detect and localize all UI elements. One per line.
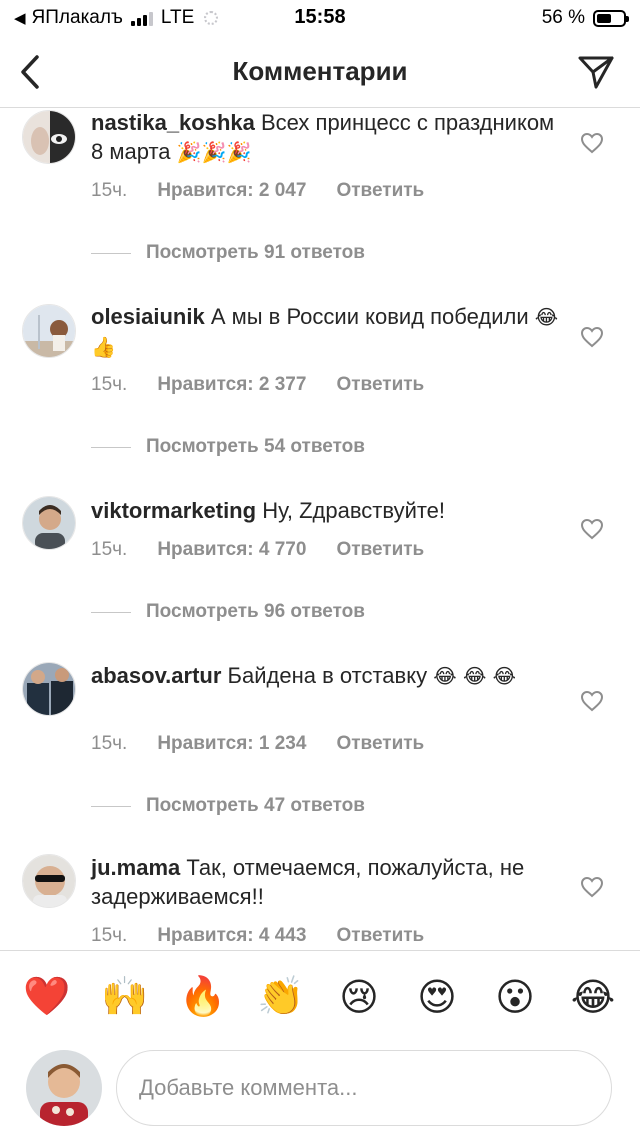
heart-icon[interactable] [580,517,604,541]
comment-emojis: 🎉🎉🎉 [176,140,252,164]
avatar[interactable] [22,662,76,716]
view-replies-label: Посмотреть 96 ответов [146,601,365,622]
view-replies-button[interactable]: Посмотреть 91 ответов [91,242,365,264]
status-right: 56 % [541,7,629,29]
comment-username[interactable]: viktormarketing [91,498,256,523]
view-replies-label: Посмотреть 54 ответов [146,436,365,457]
heart-icon[interactable] [580,689,604,713]
comment-text: abasov.artur Байдена в отставку 😂 😂 😂 [91,661,561,691]
view-replies-label: Посмотреть 47 ответов [146,795,365,816]
view-replies-button[interactable]: Посмотреть 54 ответов [91,436,365,458]
nav-bar: Комментарии [0,36,640,108]
comment-text: ju.mama Так, отмечаемся, пожалуйста, не … [91,853,561,911]
heart-icon[interactable] [580,875,604,899]
comment-likes[interactable]: Нравится: 4 443 [157,925,306,947]
battery-icon [593,9,629,27]
battery-fill [597,13,611,23]
view-replies-button[interactable]: Посмотреть 47 ответов [91,795,365,817]
emoji-heart-button[interactable]: ❤️ [19,969,75,1025]
comment-meta: 15ч. Нравится: 4 443 Ответить [91,925,424,947]
comment-text: olesiaiunik А мы в России ковид победили… [91,302,561,362]
comment-likes[interactable]: Нравится: 2 377 [157,374,306,396]
emoji-surprised-button[interactable]: 😮 [487,969,543,1025]
comment-time: 15ч. [91,180,128,201]
reply-button[interactable]: Ответить [336,925,424,947]
divider-line [91,252,131,254]
comment-time: 15ч. [91,539,128,560]
reply-button[interactable]: Ответить [336,733,424,755]
status-bar: ◀ ЯПлакалъ LTE 15:58 56 % [0,0,640,36]
avatar[interactable] [22,854,76,908]
heart-icon[interactable] [580,325,604,349]
comment-body: Байдена в отставку [227,663,428,688]
battery-percent: 56 % [541,7,585,28]
share-button[interactable] [574,50,618,94]
comment-meta: 15ч. Нравится: 2 377 Ответить [91,374,424,396]
comment-meta: 15ч. Нравится: 4 770 Ответить [91,539,424,561]
emoji-heart-eyes-button[interactable]: 😍 [409,969,465,1025]
avatar[interactable] [22,496,76,550]
comment-emojis: 😂 😂 😂 [433,664,517,688]
comment-input[interactable] [116,1050,612,1126]
avatar[interactable] [22,304,76,358]
battery-tip [626,15,629,22]
reply-button[interactable]: Ответить [336,539,424,561]
comment-compose-row [0,1042,640,1139]
view-replies-button[interactable]: Посмотреть 96 ответов [91,601,365,623]
comment-likes[interactable]: Нравится: 2 047 [157,180,306,202]
comment-time: 15ч. [91,925,128,946]
emoji-clap-button[interactable]: 👏 [253,969,309,1025]
comments-list[interactable]: nastika_koshka Всех принцесс с празднико… [0,108,640,948]
view-replies-label: Посмотреть 91 ответов [146,242,365,263]
comment-username[interactable]: ju.mama [91,855,180,880]
comment-username[interactable]: nastika_koshka [91,110,255,135]
comment-meta: 15ч. Нравится: 1 234 Ответить [91,733,424,755]
comment-time: 15ч. [91,733,128,754]
my-avatar[interactable] [26,1050,102,1126]
divider-line [91,611,131,613]
divider-line [91,805,131,807]
emoji-fire-button[interactable]: 🔥 [175,969,231,1025]
heart-icon[interactable] [580,131,604,155]
comment-meta: 15ч. Нравится: 2 047 Ответить [91,180,424,202]
comment-body: Ну, Zдравствуйте! [262,498,446,523]
comment-likes[interactable]: Нравится: 4 770 [157,539,306,561]
comment-likes[interactable]: Нравится: 1 234 [157,733,306,755]
emoji-laughing-button[interactable]: 😂 [565,969,621,1025]
comment-text: viktormarketing Ну, Zдравствуйте! [91,496,561,525]
avatar[interactable] [22,110,76,164]
comment-username[interactable]: abasov.artur [91,663,221,688]
divider-line [91,446,131,448]
comment-time: 15ч. [91,374,128,395]
comment-username[interactable]: olesiaiunik [91,304,205,329]
emoji-quick-bar: ❤️ 🙌 🔥 👏 😢 😍 😮 😂 [0,950,640,1042]
send-icon [578,56,614,89]
comment-text: nastika_koshka Всех принцесс с празднико… [91,108,561,167]
comment-body: А мы в России ковид победили [210,304,529,329]
page-title: Комментарии [232,56,408,86]
reply-button[interactable]: Ответить [336,374,424,396]
reply-button[interactable]: Ответить [336,180,424,202]
emoji-raised-hands-button[interactable]: 🙌 [97,969,153,1025]
emoji-crying-button[interactable]: 😢 [331,969,387,1025]
